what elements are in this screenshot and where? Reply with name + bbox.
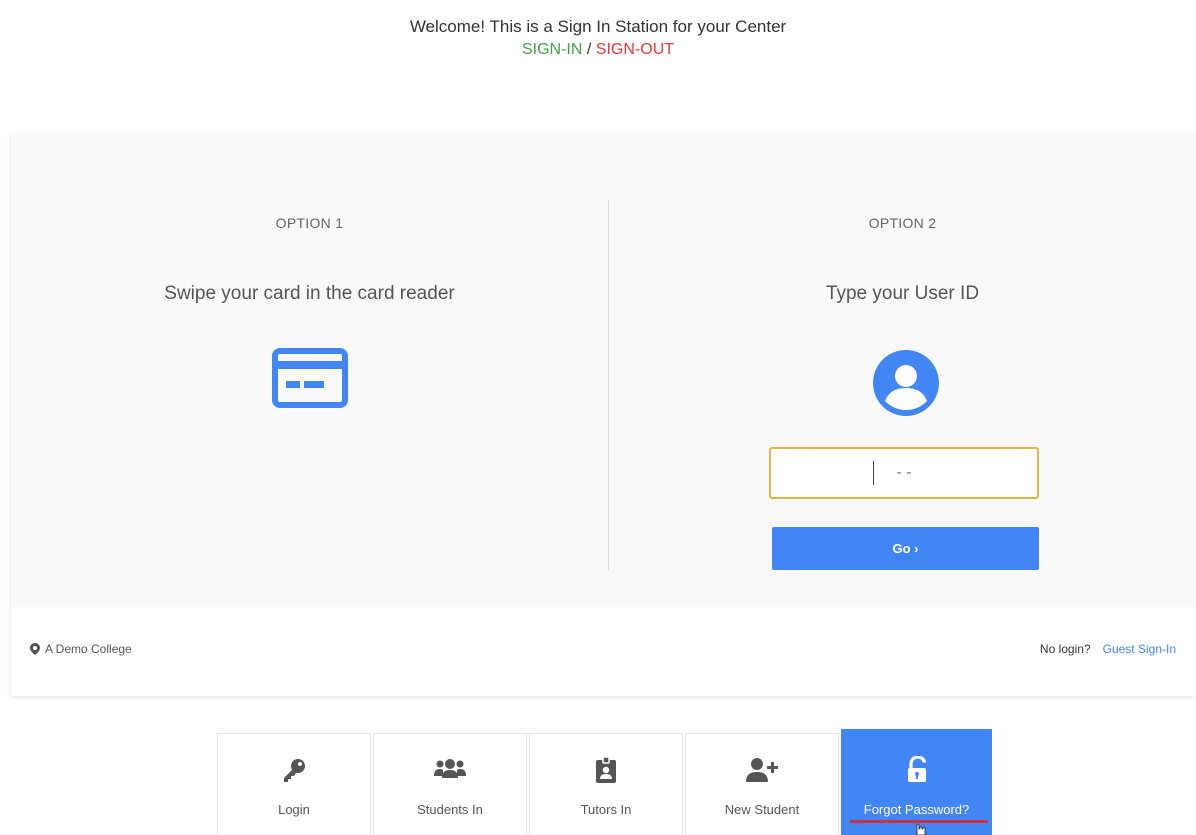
option-1-label: OPTION 1 — [275, 215, 344, 231]
map-marker-icon — [30, 643, 40, 655]
tab-tutors-in[interactable]: Tutors In — [529, 733, 683, 835]
welcome-header: Welcome! This is a Sign In Station for y… — [0, 15, 1196, 61]
bottom-nav-tabs: Login Students In Tutors In New Student … — [217, 729, 994, 835]
unlock-icon — [907, 756, 926, 782]
location-name: A Demo College — [45, 642, 132, 656]
location-info: A Demo College — [30, 642, 132, 656]
credit-card-icon — [272, 348, 348, 408]
link-separator: / — [586, 41, 592, 58]
no-login-text: No login? — [1039, 642, 1091, 656]
tab-login[interactable]: Login — [217, 733, 371, 835]
id-badge-icon — [596, 756, 616, 783]
tab-login-label: Login — [278, 802, 310, 817]
card-footer — [11, 607, 1196, 696]
signout-link[interactable]: SIGN-OUT — [596, 41, 674, 58]
tab-students-in[interactable]: Students In — [373, 733, 527, 835]
text-caret — [873, 461, 874, 485]
signin-link[interactable]: SIGN-IN — [522, 41, 582, 58]
mouse-pointer-icon — [916, 823, 926, 835]
user-circle-icon — [873, 350, 939, 416]
tab-students-in-label: Students In — [417, 802, 483, 817]
tab-tutors-in-label: Tutors In — [580, 802, 632, 817]
key-icon — [284, 759, 305, 782]
option-1-description: Swipe your card in the card reader — [164, 283, 455, 304]
signin-card: OPTION 1 Swipe your card in the card rea… — [11, 133, 1196, 696]
option-2-description: Type your User ID — [825, 283, 980, 304]
option-divider — [608, 200, 609, 570]
no-login-area: No login? Guest Sign-In — [1040, 642, 1176, 656]
user-plus-icon — [746, 758, 778, 782]
user-id-input[interactable] — [769, 447, 1039, 499]
tab-forgot-password-label: Forgot Password? — [863, 802, 970, 817]
go-button[interactable]: Go › — [772, 527, 1039, 570]
tab-new-student[interactable]: New Student — [685, 733, 839, 835]
option-2-label: OPTION 2 — [868, 215, 937, 231]
signin-signout-links: SIGN-IN / SIGN-OUT — [0, 38, 1196, 61]
users-icon — [434, 759, 466, 778]
tab-new-student-label: New Student — [724, 802, 800, 817]
welcome-message: Welcome! This is a Sign In Station for y… — [409, 17, 787, 36]
guest-signin-link[interactable]: Guest Sign-In — [1103, 642, 1176, 656]
